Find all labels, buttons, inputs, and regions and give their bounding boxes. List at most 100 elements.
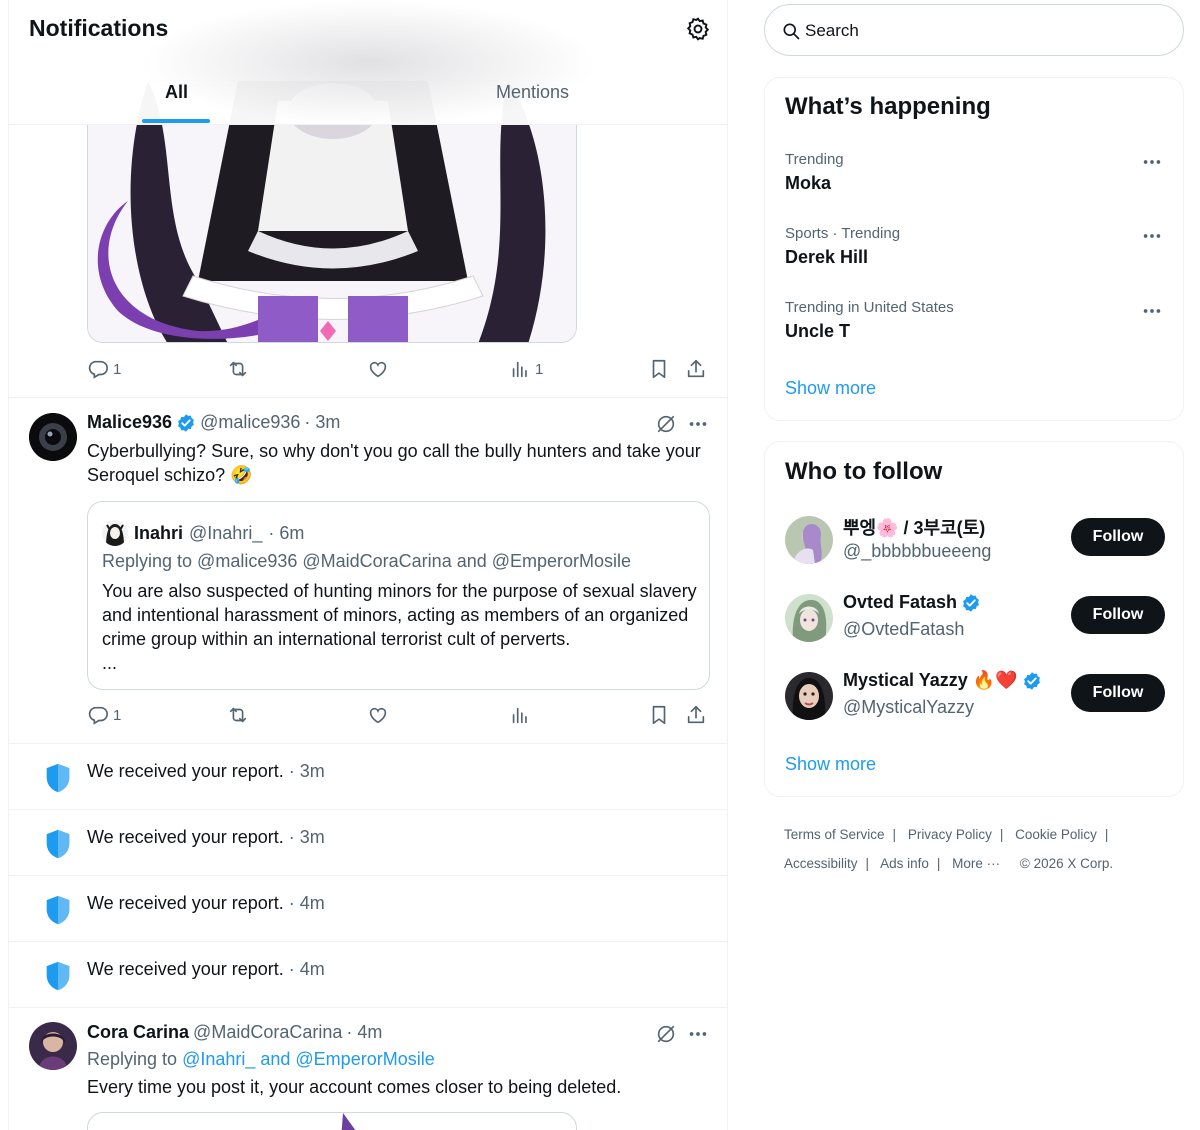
trend-item[interactable]: Trending Moka [785,151,1165,211]
page-title: Notifications [29,15,169,41]
tab-all[interactable]: All [165,82,188,103]
avatar-image [29,413,77,461]
bookmark-button[interactable] [648,704,670,726]
follow-suggestion[interactable]: Mystical Yazzy 🔥❤️ @MysticalYazzy Follow [785,670,1165,726]
footer-link-cookies[interactable]: Cookie Policy [1015,827,1097,842]
views-button[interactable]: 1 [509,358,543,380]
verified-badge-icon [176,413,196,433]
account-handle: @OvtedFatash [843,619,965,639]
more-options-icon[interactable] [687,413,709,435]
avatar-image [785,594,833,642]
more-options-icon[interactable] [1141,225,1163,247]
trend-name: Uncle T [785,321,851,341]
verified-badge-icon [961,593,981,613]
account-name-row: Ovted Fatash [843,592,981,613]
retweet-icon [227,704,249,726]
post-header: Malice936 @malice936 · 3m [87,412,340,433]
post-text: Every time you post it, your account com… [87,1077,622,1097]
views-button[interactable] [509,704,531,726]
follow-suggestion[interactable]: 뿌엥🌸 / 3부코(토) @_bbbbbbueeeng Follow [785,514,1165,570]
quoted-post[interactable]: Inahri @Inahri_ · 6m Replying to @malice… [87,501,710,690]
author-handle[interactable]: @MaidCoraCarina [193,1022,342,1043]
more-options-icon[interactable] [687,1023,709,1045]
avatar-image [102,520,128,546]
follow-suggestion[interactable]: Ovted Fatash @OvtedFatash Follow [785,592,1165,648]
avatar-cora-carina[interactable] [29,1022,77,1070]
share-icon [685,358,707,380]
replying-to-links[interactable]: @Inahri_ and @EmperorMosile [182,1049,435,1069]
quote-replying-to: Replying to @malice936 @MaidCoraCarina a… [102,551,632,571]
more-options-icon[interactable] [1141,151,1163,173]
footer-link-ads-info[interactable]: Ads info [880,856,929,871]
post-media-image[interactable] [87,1112,577,1130]
post-text: Cyberbullying? Sure, so why don't you go… [87,441,701,485]
settings-gear-icon[interactable] [685,16,711,42]
footer-link-terms[interactable]: Terms of Service [784,827,885,842]
share-button[interactable] [685,704,707,726]
post-actions: 1 1 [87,358,713,384]
trend-category: Trending [785,151,844,168]
report-notification[interactable]: We received your report. · 4m [9,876,727,942]
like-button[interactable] [367,704,389,726]
report-text: We received your report. · 4m [87,893,325,913]
trend-name: Derek Hill [785,247,869,267]
avatar-malice936[interactable] [29,413,77,461]
media-preview [341,1113,356,1130]
grok-icon[interactable] [655,1023,677,1045]
search-input[interactable] [805,17,1165,45]
follow-button[interactable]: Follow [1071,518,1165,556]
shield-icon [41,827,75,861]
follow-button[interactable]: Follow [1071,674,1165,712]
retweet-icon [227,358,249,380]
account-handle: @_bbbbbbueeeng [843,541,992,561]
avatar-image [785,672,833,720]
trend-item[interactable]: Trending in United States Uncle T [785,299,1165,359]
quote-text-body: You are also suspected of hunting minors… [102,581,697,649]
bookmark-icon [648,704,670,726]
verified-badge-icon [1022,671,1042,691]
author-handle[interactable]: @malice936 [200,412,300,433]
account-name: Ovted Fatash [843,592,958,612]
whats-happening-panel: What’s happening Trending Moka Sports · … [764,77,1184,421]
sidebar-footer: Terms of Service | Privacy Policy | Cookie… [784,827,1114,871]
footer-link-more[interactable]: More ··· [952,856,1000,871]
report-notification[interactable]: We received your report. · 3m [9,810,727,876]
author-name[interactable]: Cora Carina [87,1022,189,1043]
more-options-icon[interactable] [1141,300,1163,322]
tab-mentions[interactable]: Mentions [496,82,569,103]
search-box[interactable] [764,4,1184,56]
retweet-button[interactable] [227,358,249,380]
account-name-row: Mystical Yazzy 🔥❤️ [843,670,1042,691]
footer-link-privacy[interactable]: Privacy Policy [908,827,992,842]
grok-icon[interactable] [655,413,677,435]
bookmark-button[interactable] [648,358,670,380]
quote-author-name: Inahri [134,522,184,543]
footer-link-accessibility[interactable]: Accessibility [784,856,858,871]
report-notification[interactable]: We received your report. · 3m [9,744,727,810]
trend-item[interactable]: Sports · Trending Derek Hill [785,225,1165,285]
follow-button[interactable]: Follow [1071,596,1165,634]
show-more-link[interactable]: Show more [785,378,876,399]
reply-button[interactable]: 1 [87,358,121,380]
panel-title: Who to follow [785,458,943,485]
share-button[interactable] [685,358,707,380]
share-icon [685,704,707,726]
show-more-link[interactable]: Show more [785,754,876,775]
reply-button[interactable]: 1 [87,704,121,726]
post-header: Cora Carina @MaidCoraCarina · 4m [87,1022,382,1043]
report-notification[interactable]: We received your report. · 4m [9,942,727,1008]
notifications-header: Notifications All Mentions [9,0,727,125]
retweet-button[interactable] [227,704,249,726]
like-button[interactable] [367,358,389,380]
post-time[interactable]: · 4m [346,1022,382,1043]
reply-icon [87,358,109,380]
who-to-follow-panel: Who to follow 뿌엥🌸 / 3부코(토) @_bbbbbbueeen… [764,441,1184,797]
avatar-bbbbbbueeeng[interactable] [785,516,833,564]
avatar-ovtedfatash[interactable] [785,594,833,642]
quote-header: Inahri @Inahri_ · 6m [102,520,304,546]
avatar-mysticalyazzy[interactable] [785,672,833,720]
trend-category: Trending in United States [785,299,954,316]
author-name[interactable]: Malice936 [87,412,172,433]
bookmark-icon [648,358,670,380]
post-time[interactable]: · 3m [304,412,340,433]
